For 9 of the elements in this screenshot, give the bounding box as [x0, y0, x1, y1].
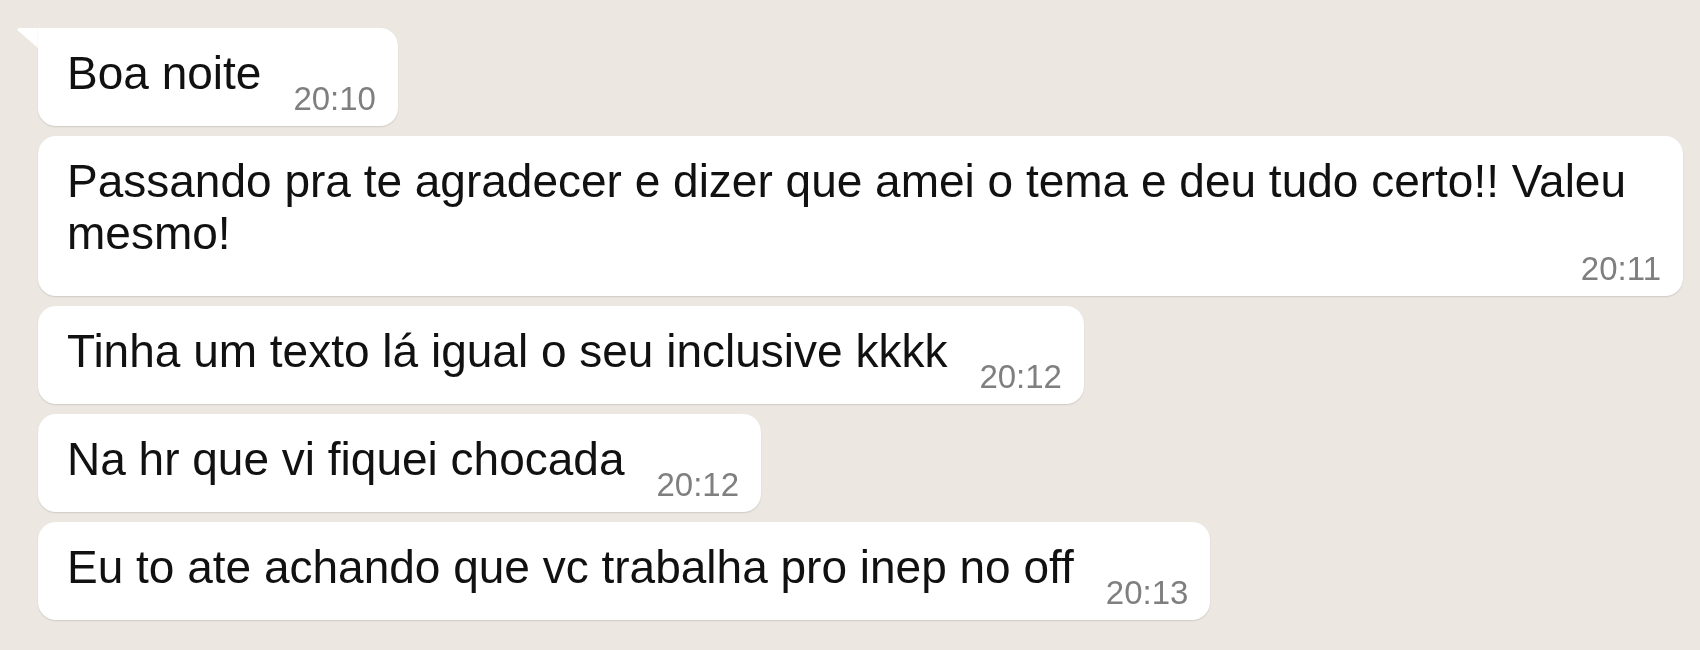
message-text: Eu to ate achando que vc trabalha pro inep no off: [67, 541, 1074, 593]
message-time: 20:12: [656, 468, 740, 501]
message-time: 20:10: [293, 82, 376, 115]
message-time: 20:12: [979, 360, 1062, 393]
message-text: Boa noite: [67, 47, 262, 99]
message-text: Tinha um texto lá igual o seu inclusive kkkk: [67, 325, 948, 377]
message-text: Na hr que vi fiquei chocada: [67, 433, 625, 485]
message-time: 20:11: [1580, 252, 1661, 285]
message-time: 20:13: [1105, 576, 1189, 609]
